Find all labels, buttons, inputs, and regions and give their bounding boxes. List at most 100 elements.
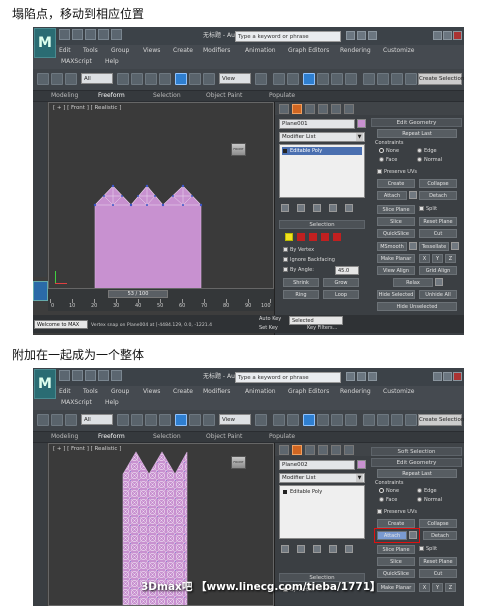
bind-spacewarp-icon[interactable] xyxy=(65,73,77,85)
object-color-swatch[interactable] xyxy=(357,119,366,128)
planar-x-button[interactable]: X xyxy=(419,583,430,592)
open-file-icon[interactable] xyxy=(72,370,83,381)
ignore-backfacing-checkbox[interactable]: Ignore Backfacing xyxy=(283,256,335,265)
rotate-icon[interactable] xyxy=(189,414,201,426)
poly-object-svg[interactable] xyxy=(49,103,274,289)
spinner-snap-icon[interactable] xyxy=(345,73,357,85)
attach-button[interactable]: Attach xyxy=(377,191,407,200)
preserve-uvs-checkbox[interactable]: Preserve UVs xyxy=(377,168,417,177)
rect-selection-icon[interactable] xyxy=(145,414,157,426)
preserve-uvs-checkbox[interactable]: Preserve UVs xyxy=(377,508,417,517)
edit-geometry-header[interactable]: Edit Geometry xyxy=(371,458,462,467)
quickslice-button[interactable]: QuickSlice xyxy=(377,569,415,578)
create-tab-icon[interactable] xyxy=(279,104,289,114)
menu-help[interactable]: Help xyxy=(105,399,119,406)
constraint-normal-radio[interactable]: Normal xyxy=(417,496,442,505)
constraint-face-radio[interactable]: Face xyxy=(379,156,397,165)
tessellate-button[interactable]: Tessellate xyxy=(419,242,449,251)
configure-sets-icon[interactable] xyxy=(345,545,353,553)
make-planar-button[interactable]: Make Planar xyxy=(377,583,415,592)
scale-icon[interactable] xyxy=(203,414,215,426)
planar-y-button[interactable]: Y xyxy=(432,254,443,263)
select-manipulate-icon[interactable] xyxy=(273,73,285,85)
menu-animation[interactable]: Animation xyxy=(245,388,276,395)
ref-coord-dropdown[interactable]: View xyxy=(219,414,251,425)
maxscript-listener[interactable]: Welcome to MAX xyxy=(34,320,88,329)
show-end-result-icon[interactable] xyxy=(297,204,305,212)
selection-filter-dropdown[interactable]: All xyxy=(81,73,113,84)
menu-maxscript[interactable]: MAXScript xyxy=(61,399,92,406)
select-object-icon[interactable] xyxy=(117,414,129,426)
rect-selection-icon[interactable] xyxy=(145,73,157,85)
window-crossing-icon[interactable] xyxy=(159,414,171,426)
selection-rollout-header[interactable]: Selection xyxy=(279,220,365,229)
search-input[interactable]: Type a keyword or phrase xyxy=(235,372,341,383)
binoculars-icon[interactable] xyxy=(346,31,355,40)
layer-manager-icon[interactable] xyxy=(405,73,417,85)
stack-item-editable-poly[interactable]: Editable Poly xyxy=(282,488,362,496)
ref-coord-dropdown[interactable]: View xyxy=(219,73,251,84)
motion-tab-icon[interactable] xyxy=(318,445,328,455)
split-checkbox[interactable]: Split xyxy=(419,545,437,554)
link-icon[interactable] xyxy=(37,414,49,426)
undo-icon[interactable] xyxy=(98,370,109,381)
view-align-button[interactable]: View Align xyxy=(377,266,415,275)
object-color-swatch[interactable] xyxy=(357,460,366,469)
modifier-stack[interactable]: Editable Poly xyxy=(279,485,365,539)
scale-icon[interactable] xyxy=(203,73,215,85)
stack-item-editable-poly[interactable]: Editable Poly xyxy=(282,147,362,155)
planar-z-button[interactable]: Z xyxy=(445,583,456,592)
grow-button[interactable]: Grow xyxy=(323,278,359,287)
make-unique-icon[interactable] xyxy=(313,545,321,553)
pin-stack-icon[interactable] xyxy=(281,204,289,212)
star-icon[interactable] xyxy=(357,31,366,40)
menu-tools[interactable]: Tools xyxy=(83,388,98,395)
relax-button[interactable]: Relax xyxy=(393,278,433,287)
by-angle-spinner[interactable]: 45.0 xyxy=(335,266,359,275)
maximize-icon[interactable] xyxy=(443,31,452,40)
undo-icon[interactable] xyxy=(98,29,109,40)
shrink-button[interactable]: Shrink xyxy=(283,278,319,287)
hierarchy-tab-icon[interactable] xyxy=(305,445,315,455)
vertex-mode-icon[interactable] xyxy=(285,233,293,241)
tab-object-paint[interactable]: Object Paint xyxy=(206,433,242,440)
layer-manager-icon[interactable] xyxy=(405,414,417,426)
menu-modifiers[interactable]: Modifiers xyxy=(203,47,230,54)
object-name-field[interactable]: Plane001 xyxy=(279,119,355,129)
align-icon[interactable] xyxy=(391,414,403,426)
msmooth-button[interactable]: MSmooth xyxy=(377,242,407,251)
display-tab-icon[interactable] xyxy=(331,445,341,455)
menu-views[interactable]: Views xyxy=(143,47,160,54)
menu-rendering[interactable]: Rendering xyxy=(340,47,371,54)
angle-snap-icon[interactable] xyxy=(317,414,329,426)
cut-button[interactable]: Cut xyxy=(419,229,457,238)
loop-button[interactable]: Loop xyxy=(323,290,359,299)
by-angle-checkbox[interactable]: By Angle: xyxy=(283,266,314,275)
link-icon[interactable] xyxy=(37,73,49,85)
star-icon[interactable] xyxy=(357,372,366,381)
pin-stack-icon[interactable] xyxy=(281,545,289,553)
search-input[interactable]: Type a keyword or phrase xyxy=(235,31,341,42)
modifier-stack[interactable]: Editable Poly xyxy=(279,144,365,198)
menu-animation[interactable]: Animation xyxy=(245,47,276,54)
tab-populate[interactable]: Populate xyxy=(269,92,295,99)
make-planar-button[interactable]: Make Planar xyxy=(377,254,415,263)
spinner-snap-icon[interactable] xyxy=(345,414,357,426)
remove-modifier-icon[interactable] xyxy=(329,204,337,212)
menu-create[interactable]: Create xyxy=(173,47,193,54)
maximize-icon[interactable] xyxy=(443,372,452,381)
utilities-tab-icon[interactable] xyxy=(344,104,354,114)
menu-tools[interactable]: Tools xyxy=(83,47,98,54)
mirror-icon[interactable] xyxy=(377,414,389,426)
redo-icon[interactable] xyxy=(111,29,122,40)
soft-selection-header[interactable]: Soft Selection xyxy=(371,447,462,456)
align-icon[interactable] xyxy=(391,73,403,85)
create-tab-icon[interactable] xyxy=(279,445,289,455)
auto-key-button[interactable]: Auto Key xyxy=(259,315,281,324)
menu-modifiers[interactable]: Modifiers xyxy=(203,388,230,395)
help-icon[interactable] xyxy=(368,372,377,381)
close-icon[interactable] xyxy=(453,31,462,40)
save-file-icon[interactable] xyxy=(85,29,96,40)
open-file-icon[interactable] xyxy=(72,29,83,40)
snap-toggle-icon[interactable] xyxy=(303,414,315,426)
